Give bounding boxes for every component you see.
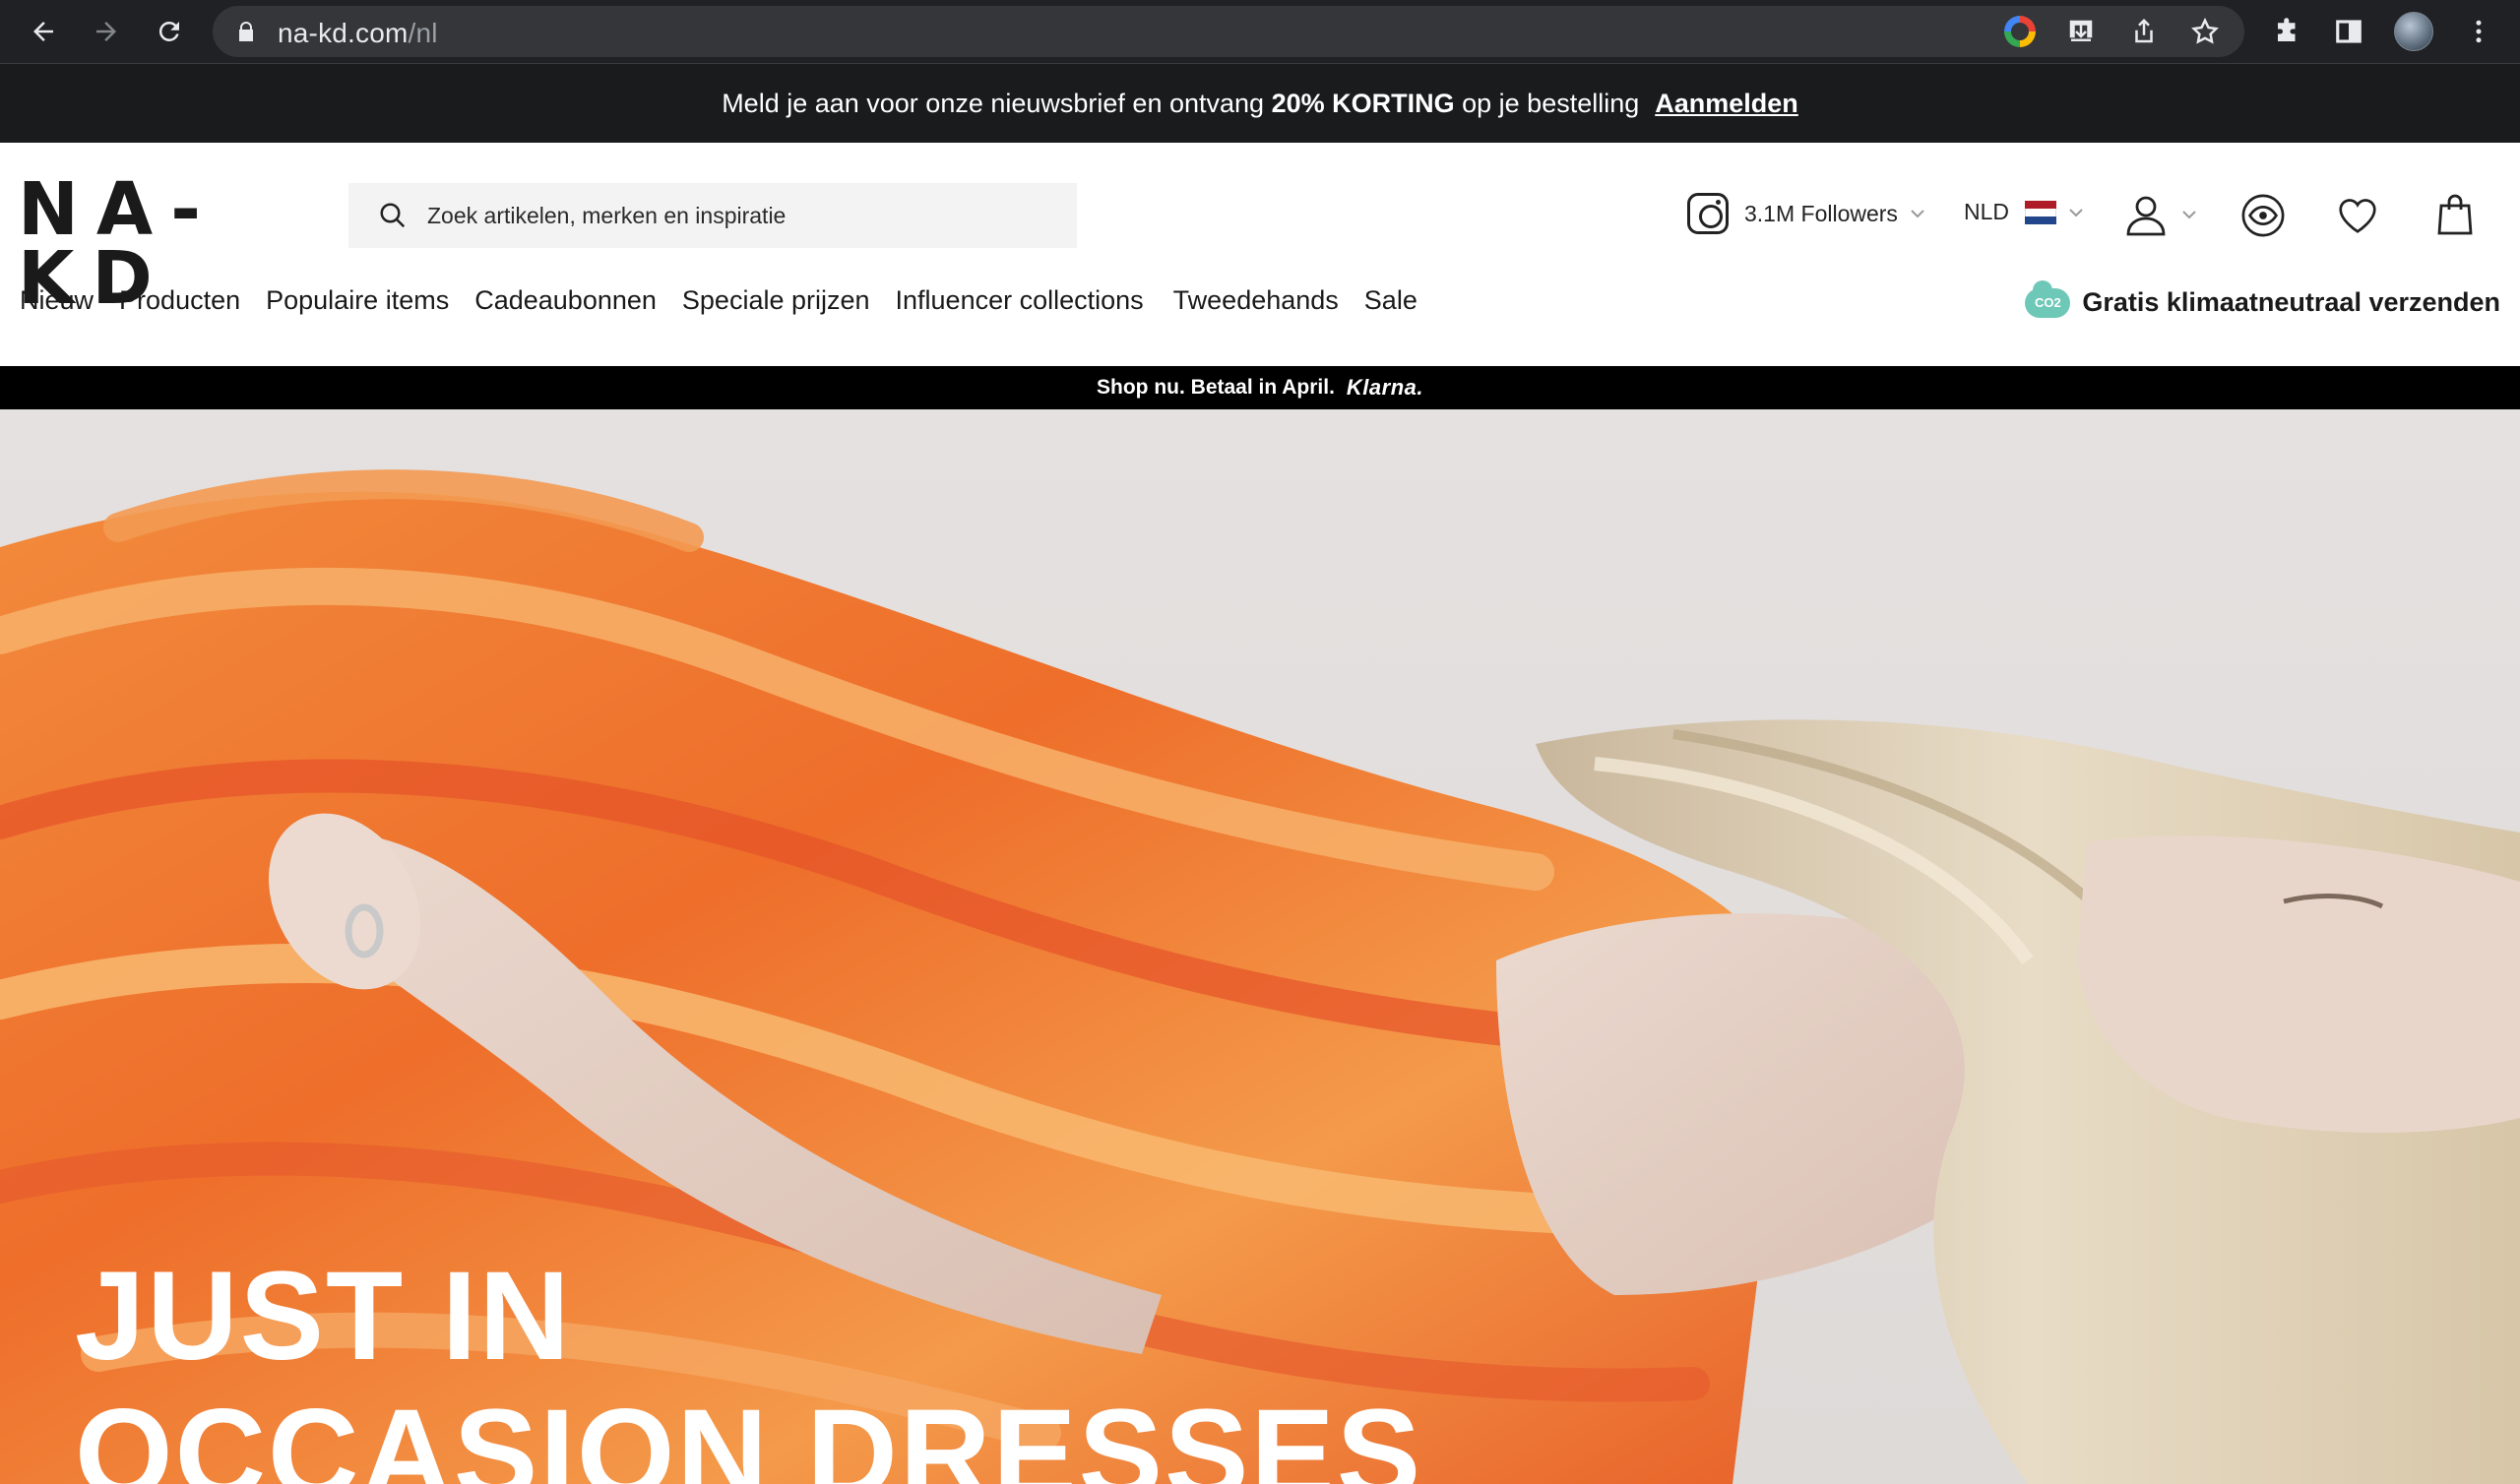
language-selector[interactable]: NLD (1964, 199, 2084, 225)
nav-item-tweedehands[interactable]: Tweedehands (1173, 285, 1339, 331)
profile-avatar[interactable] (2392, 10, 2435, 53)
share-icon[interactable] (2126, 14, 2162, 49)
google-icon[interactable] (2002, 14, 2038, 49)
nav-item-nieuw[interactable]: Nieuw (20, 285, 94, 331)
forward-button[interactable] (85, 10, 128, 53)
klarna-banner[interactable]: Shop nu. Betaal in April. Klarna. (0, 366, 2520, 409)
newsletter-text-end: op je bestelling (1462, 88, 1640, 118)
klarna-text: Shop nu. Betaal in April. (1097, 376, 1335, 399)
newsletter-banner: Meld je aan voor onze nieuwsbrief en ont… (0, 64, 2520, 143)
user-icon (2126, 196, 2166, 236)
heart-icon (2339, 199, 2376, 233)
eye-icon (2241, 194, 2285, 237)
back-button[interactable] (22, 10, 65, 53)
nav-item-producten[interactable]: Producten (119, 285, 240, 331)
nav-item-sale[interactable]: Sale (1364, 285, 1418, 331)
climate-text: Gratis klimaatneutraal verzenden (2082, 287, 2500, 317)
hero-title-line2: OCCASION DRESSES (75, 1384, 1423, 1484)
search-bar[interactable] (348, 183, 1077, 248)
menu-kebab-icon[interactable] (2457, 10, 2500, 53)
newsletter-text: Meld je aan voor onze nieuwsbrief en ont… (722, 88, 1265, 118)
signup-link[interactable]: Aanmelden (1655, 89, 1798, 119)
account-dropdown[interactable] (2122, 191, 2197, 238)
instagram-followers-dropdown[interactable]: 3.1M Followers (1687, 193, 1925, 234)
hero-title-line1: JUST IN (75, 1246, 572, 1387)
arrow-right-icon (96, 22, 116, 41)
arrow-left-icon (33, 22, 53, 41)
chevron-down-icon (2069, 208, 2083, 216)
address-bar[interactable]: na-kd.com/nl (213, 6, 2244, 57)
wishlist-button[interactable] (2335, 193, 2380, 238)
bookmark-star-icon[interactable] (2187, 14, 2223, 49)
search-icon (380, 203, 406, 228)
nav-item-speciale-prijzen[interactable]: Speciale prijzen (682, 285, 870, 331)
extensions-icon[interactable] (2266, 10, 2309, 53)
klarna-logo: Klarna. (1346, 375, 1423, 400)
nakd-logo[interactable]: NA-KD (18, 173, 303, 315)
co2-cloud-icon: CO2 (2025, 279, 2071, 318)
search-input[interactable] (425, 183, 1055, 248)
shopping-bag-icon (2437, 194, 2473, 235)
language-code: NLD (1964, 199, 2010, 224)
browser-toolbar: na-kd.com/nl (0, 0, 2520, 64)
side-panel-icon[interactable] (2327, 10, 2370, 53)
chevron-down-icon (1911, 210, 1924, 218)
category-nav: Nieuw Producten Populaire items Cadeaubo… (20, 285, 1443, 331)
netherlands-flag-icon (2025, 200, 2057, 224)
cart-button[interactable] (2431, 189, 2479, 238)
nav-item-influencer-collections[interactable]: Influencer collections (896, 285, 1144, 331)
reload-icon (158, 21, 179, 41)
instagram-icon (1687, 193, 1729, 234)
discount-highlight: 20% KORTING (1271, 88, 1455, 118)
climate-shipping-notice[interactable]: CO2 Gratis klimaatneutraal verzenden (2025, 279, 2500, 318)
nav-item-cadeaubonnen[interactable]: Cadeaubonnen (474, 285, 657, 331)
reload-button[interactable] (148, 10, 191, 53)
nav-item-populaire-items[interactable]: Populaire items (266, 285, 449, 331)
recently-viewed-button[interactable] (2240, 193, 2286, 238)
lock-icon (239, 22, 253, 41)
install-icon[interactable] (2063, 14, 2099, 49)
followers-count: 3.1M Followers (1744, 200, 1898, 226)
chevron-down-icon (2182, 211, 2196, 219)
hero-banner[interactable]: JUST IN OCCASION DRESSES (0, 409, 2520, 1484)
url-text: na-kd.com/nl (278, 18, 438, 48)
